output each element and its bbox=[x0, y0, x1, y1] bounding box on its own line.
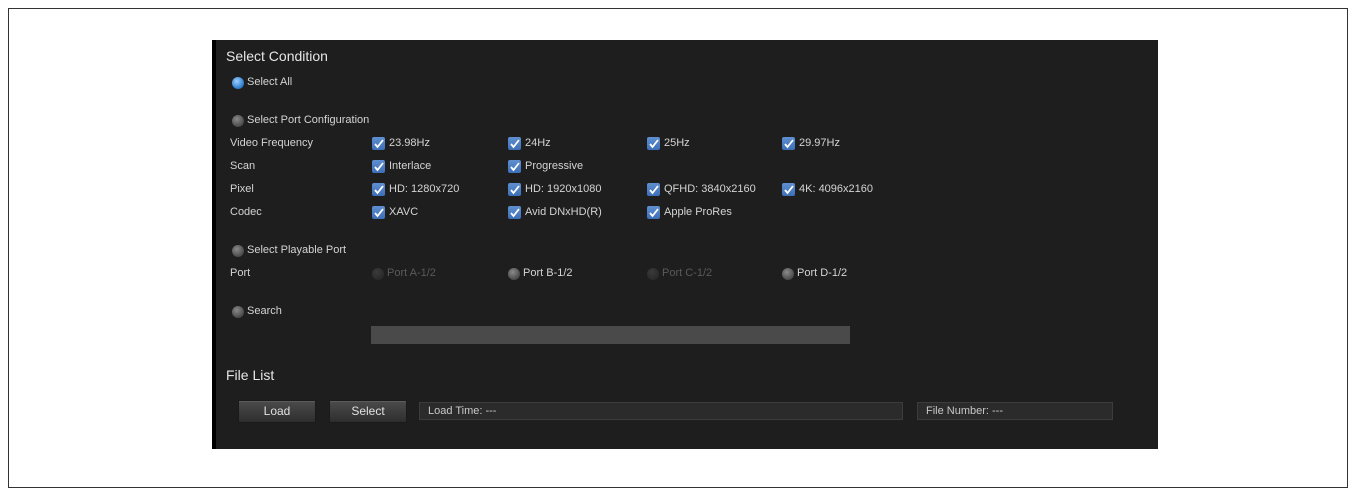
main-panel: Select Condition Select All Select Port … bbox=[212, 40, 1158, 449]
section-title-file-list: File List bbox=[226, 367, 275, 383]
load-time-field: Load Time: --- bbox=[419, 402, 903, 420]
check-icon bbox=[374, 208, 384, 218]
option-29-97hz: 29.97Hz bbox=[799, 137, 840, 149]
checkbox-24hz[interactable] bbox=[508, 137, 521, 150]
option-apple-prores: Apple ProRes bbox=[664, 206, 732, 218]
port-c-radio[interactable] bbox=[647, 268, 659, 280]
select-playable-port-radio[interactable] bbox=[232, 245, 244, 257]
scan-label: Scan bbox=[230, 160, 256, 172]
checkbox-hd-1920x1080[interactable] bbox=[508, 183, 521, 196]
port-d-label: Port D-1/2 bbox=[797, 267, 848, 279]
check-icon bbox=[510, 185, 520, 195]
option-25hz: 25Hz bbox=[664, 137, 690, 149]
checkbox-4k-4096x2160[interactable] bbox=[782, 183, 795, 196]
port-label: Port bbox=[230, 267, 251, 279]
check-icon bbox=[649, 208, 659, 218]
option-hd-1280x720: HD: 1280x720 bbox=[389, 183, 460, 195]
checkbox-23-98hz[interactable] bbox=[372, 137, 385, 150]
select-button[interactable]: Select bbox=[329, 400, 407, 423]
check-icon bbox=[510, 208, 520, 218]
port-a-label: Port A-1/2 bbox=[387, 267, 436, 279]
checkbox-hd-1280x720[interactable] bbox=[372, 183, 385, 196]
checkbox-qfhd-3840x2160[interactable] bbox=[647, 183, 660, 196]
checkbox-interlace[interactable] bbox=[372, 160, 385, 173]
check-icon bbox=[510, 162, 520, 172]
search-label: Search bbox=[247, 305, 282, 317]
option-23-98hz: 23.98Hz bbox=[389, 137, 430, 149]
check-icon bbox=[374, 185, 384, 195]
option-progressive: Progressive bbox=[525, 160, 584, 172]
port-d-radio[interactable] bbox=[782, 268, 794, 280]
checkbox-29-97hz[interactable] bbox=[782, 137, 795, 150]
checkbox-avid-dnxhd[interactable] bbox=[508, 206, 521, 219]
check-icon bbox=[784, 139, 794, 149]
section-title-select-condition: Select Condition bbox=[226, 48, 328, 64]
checkbox-apple-prores[interactable] bbox=[647, 206, 660, 219]
check-icon bbox=[649, 139, 659, 149]
file-number-field: File Number: --- bbox=[917, 402, 1113, 420]
load-button[interactable]: Load bbox=[238, 400, 316, 423]
search-radio[interactable] bbox=[232, 306, 244, 318]
select-playable-port-label: Select Playable Port bbox=[247, 244, 347, 256]
check-icon bbox=[649, 185, 659, 195]
option-hd-1920x1080: HD: 1920x1080 bbox=[525, 183, 602, 195]
select-port-configuration-radio[interactable] bbox=[232, 115, 244, 127]
port-a-radio[interactable] bbox=[372, 268, 384, 280]
pixel-label: Pixel bbox=[230, 183, 254, 195]
option-interlace: Interlace bbox=[389, 160, 432, 172]
check-icon bbox=[374, 162, 384, 172]
search-input[interactable] bbox=[371, 326, 850, 344]
check-icon bbox=[374, 139, 384, 149]
checkbox-progressive[interactable] bbox=[508, 160, 521, 173]
option-xavc: XAVC bbox=[389, 206, 419, 218]
select-all-label: Select All bbox=[247, 76, 293, 88]
select-port-configuration-label: Select Port Configuration bbox=[247, 114, 370, 126]
check-icon bbox=[510, 139, 520, 149]
checkbox-25hz[interactable] bbox=[647, 137, 660, 150]
check-icon bbox=[784, 185, 794, 195]
option-24hz: 24Hz bbox=[525, 137, 551, 149]
port-b-radio[interactable] bbox=[508, 268, 520, 280]
checkbox-xavc[interactable] bbox=[372, 206, 385, 219]
port-b-label: Port B-1/2 bbox=[523, 267, 573, 279]
video-frequency-label: Video Frequency bbox=[230, 137, 313, 149]
port-c-label: Port C-1/2 bbox=[662, 267, 713, 279]
select-all-radio[interactable] bbox=[232, 77, 244, 89]
option-avid-dnxhd: Avid DNxHD(R) bbox=[525, 206, 602, 218]
option-qfhd-3840x2160: QFHD: 3840x2160 bbox=[664, 183, 756, 195]
codec-label: Codec bbox=[230, 206, 262, 218]
option-4k-4096x2160: 4K: 4096x2160 bbox=[799, 183, 874, 195]
